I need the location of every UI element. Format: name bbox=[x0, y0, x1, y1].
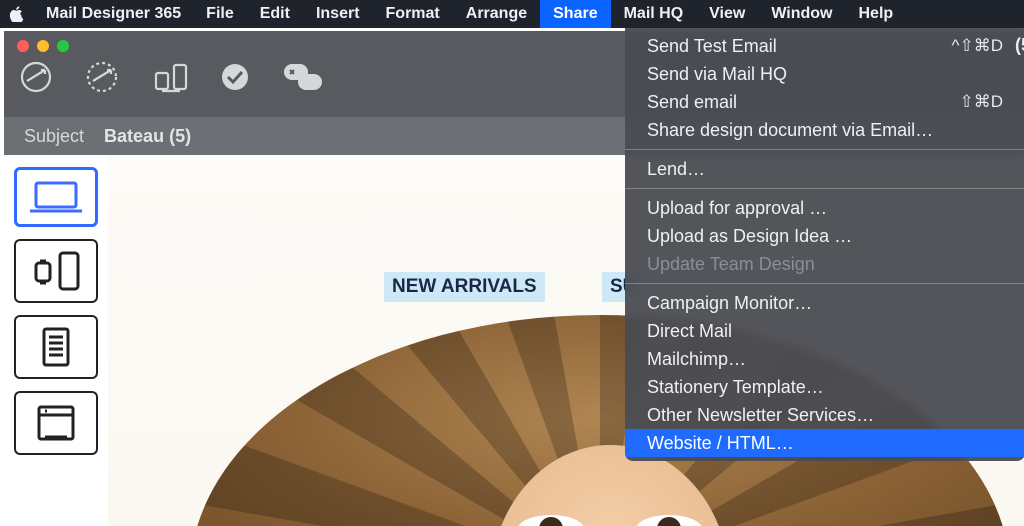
chat-x-icon[interactable] bbox=[280, 60, 324, 99]
menu-share[interactable]: Share bbox=[540, 0, 610, 28]
send-alt-icon[interactable] bbox=[84, 59, 120, 100]
apple-menu[interactable] bbox=[0, 6, 34, 22]
menu-item-campaign-monitor[interactable]: Campaign Monitor… bbox=[625, 289, 1024, 317]
clipped-window-text: (5 bbox=[1015, 35, 1024, 56]
share-menu: Send Test Email^⇧⌘DSend via Mail HQSend … bbox=[625, 28, 1024, 461]
subject-label: Subject bbox=[24, 126, 84, 147]
preview-rail bbox=[4, 155, 108, 526]
zoom-icon[interactable] bbox=[57, 40, 69, 52]
menu-separator bbox=[625, 283, 1024, 284]
menu-separator bbox=[625, 188, 1024, 189]
menu-item-upload-as-design-idea[interactable]: Upload as Design Idea … bbox=[625, 222, 1024, 250]
menu-item-send-test-email[interactable]: Send Test Email^⇧⌘D bbox=[625, 32, 1024, 60]
minimize-icon[interactable] bbox=[37, 40, 49, 52]
menu-window[interactable]: Window bbox=[758, 0, 845, 28]
menu-insert[interactable]: Insert bbox=[303, 0, 373, 28]
rail-page-tile[interactable] bbox=[14, 315, 98, 379]
menu-item-mailchimp[interactable]: Mailchimp… bbox=[625, 345, 1024, 373]
menu-item-lend[interactable]: Lend… bbox=[625, 155, 1024, 183]
rail-laptop-tile[interactable] bbox=[14, 167, 98, 227]
menu-file[interactable]: File bbox=[193, 0, 247, 28]
menu-item-stationery-template[interactable]: Stationery Template… bbox=[625, 373, 1024, 401]
menu-item-other-newsletter-services[interactable]: Other Newsletter Services… bbox=[625, 401, 1024, 429]
menu-item-upload-for-approval[interactable]: Upload for approval … bbox=[625, 194, 1024, 222]
menu-item-share-design-document-via-email[interactable]: Share design document via Email… bbox=[625, 116, 1024, 144]
menu-item-send-via-mail-hq[interactable]: Send via Mail HQ bbox=[625, 60, 1024, 88]
menu-item-website-html[interactable]: Website / HTML… bbox=[625, 429, 1024, 457]
menu-edit[interactable]: Edit bbox=[247, 0, 303, 28]
rail-phonewatch-tile[interactable] bbox=[14, 239, 98, 303]
nav-pill-new-arrivals[interactable]: NEW ARRIVALS bbox=[384, 272, 545, 302]
close-icon[interactable] bbox=[17, 40, 29, 52]
menu-item-update-team-design: Update Team Design bbox=[625, 250, 1024, 278]
app-name[interactable]: Mail Designer 365 bbox=[34, 5, 193, 23]
menu-arrange[interactable]: Arrange bbox=[453, 0, 540, 28]
check-icon[interactable] bbox=[220, 62, 250, 97]
devices-icon[interactable] bbox=[150, 59, 190, 100]
menu-item-direct-mail[interactable]: Direct Mail bbox=[625, 317, 1024, 345]
menu-format[interactable]: Format bbox=[373, 0, 453, 28]
window-traffic-lights[interactable] bbox=[17, 40, 69, 52]
menu-item-send-email[interactable]: Send email⇧⌘D bbox=[625, 88, 1024, 116]
subject-value[interactable]: Bateau (5) bbox=[104, 126, 191, 147]
menu-help[interactable]: Help bbox=[846, 0, 907, 28]
menu-mail-hq[interactable]: Mail HQ bbox=[611, 0, 697, 28]
menu-view[interactable]: View bbox=[696, 0, 758, 28]
menu-separator bbox=[625, 149, 1024, 150]
send-icon[interactable] bbox=[18, 59, 54, 100]
rail-window-tile[interactable] bbox=[14, 391, 98, 455]
mac-menubar: Mail Designer 365 FileEditInsertFormatAr… bbox=[0, 0, 1024, 28]
